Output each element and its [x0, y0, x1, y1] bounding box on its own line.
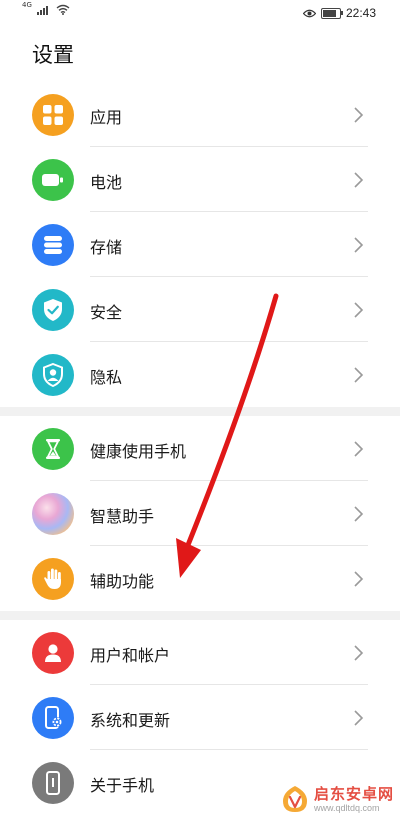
- watermark-text: 启东安卓网 www.qdltdq.com: [314, 786, 394, 813]
- chevron-right-icon: [354, 710, 364, 726]
- chevron-right-icon: [354, 302, 364, 318]
- chevron-right-icon: [354, 506, 364, 522]
- settings-item-label: 应用: [90, 108, 123, 127]
- apps-grid-icon: [32, 94, 74, 136]
- user-icon: [32, 632, 74, 674]
- settings-item-label: 用户和帐户: [90, 646, 171, 665]
- page-title: 设置: [32, 43, 74, 67]
- settings-item-battery[interactable]: 电池: [0, 147, 400, 212]
- settings-item-users-accounts[interactable]: 用户和帐户: [0, 620, 400, 685]
- shield-check-icon: [32, 289, 74, 331]
- battery-icon: [32, 159, 74, 201]
- chevron-right-icon: [354, 172, 364, 188]
- chevron-right-icon: [354, 645, 364, 661]
- phone-settings-icon: [32, 697, 74, 739]
- chevron-right-icon: [354, 441, 364, 457]
- settings-item-label: 辅助功能: [90, 572, 155, 591]
- settings-item-storage[interactable]: 存储: [0, 212, 400, 277]
- settings-item-label: 健康使用手机: [90, 442, 187, 461]
- eye-comfort-icon: [302, 9, 316, 17]
- privacy-person-icon: [32, 354, 74, 396]
- settings-item-label: 系统和更新: [90, 711, 171, 730]
- settings-item-accessibility[interactable]: 辅助功能: [0, 546, 400, 611]
- chevron-right-icon: [354, 367, 364, 383]
- settings-item-system-updates[interactable]: 系统和更新: [0, 685, 400, 750]
- settings-item-label: 存储: [90, 238, 123, 257]
- chevron-right-icon: [354, 571, 364, 587]
- settings-item-privacy[interactable]: 隐私: [0, 342, 400, 407]
- clock: 22:43: [345, 6, 376, 20]
- brand-logo-icon: [282, 786, 307, 812]
- phone-info-icon: [32, 762, 74, 804]
- settings-item-smart-assistant[interactable]: 智慧助手: [0, 481, 400, 546]
- settings-group-2: 健康使用手机 智慧助手 辅助功能: [0, 416, 400, 611]
- signal-icon: [36, 5, 48, 15]
- status-right: 22:43: [302, 6, 376, 20]
- group-separator: [0, 407, 400, 416]
- settings-list: 应用 电池 存储 安全 隐私 健康使用手机 智慧助手 辅助功能 用户和帐户 系统…: [0, 82, 400, 815]
- settings-group-1: 应用 电池 存储 安全 隐私: [0, 82, 400, 407]
- watermark-brand: 启东安卓网: [313, 785, 394, 803]
- network-type: 4G: [22, 1, 32, 9]
- settings-item-label: 关于手机: [90, 776, 155, 795]
- status-left: 4G: [22, 1, 70, 15]
- group-separator: [0, 611, 400, 620]
- settings-item-apps[interactable]: 应用: [0, 82, 400, 147]
- smart-assistant-orb-icon: [32, 493, 74, 535]
- settings-item-label: 电池: [90, 173, 123, 192]
- storage-icon: [32, 224, 74, 266]
- hourglass-icon: [32, 428, 74, 470]
- settings-item-label: 隐私: [90, 368, 123, 387]
- watermark: 启东安卓网 www.qdltdq.com: [280, 784, 394, 814]
- settings-item-security[interactable]: 安全: [0, 277, 400, 342]
- battery-icon: [320, 7, 343, 19]
- chevron-right-icon: [354, 107, 364, 123]
- settings-item-label: 安全: [90, 303, 123, 322]
- status-bar: 4G 22:43: [0, 0, 400, 26]
- watermark-url: www.qdltdq.com: [313, 802, 380, 813]
- hand-icon: [32, 558, 74, 600]
- settings-screen: 4G 22:43 设置 应用 电池 存储 安全 隐私 健康使用手机 智慧助手 辅…: [0, 0, 400, 816]
- settings-item-label: 智慧助手: [90, 507, 155, 526]
- chevron-right-icon: [354, 237, 364, 253]
- settings-item-digital-balance[interactable]: 健康使用手机: [0, 416, 400, 481]
- wifi-icon: [56, 4, 70, 15]
